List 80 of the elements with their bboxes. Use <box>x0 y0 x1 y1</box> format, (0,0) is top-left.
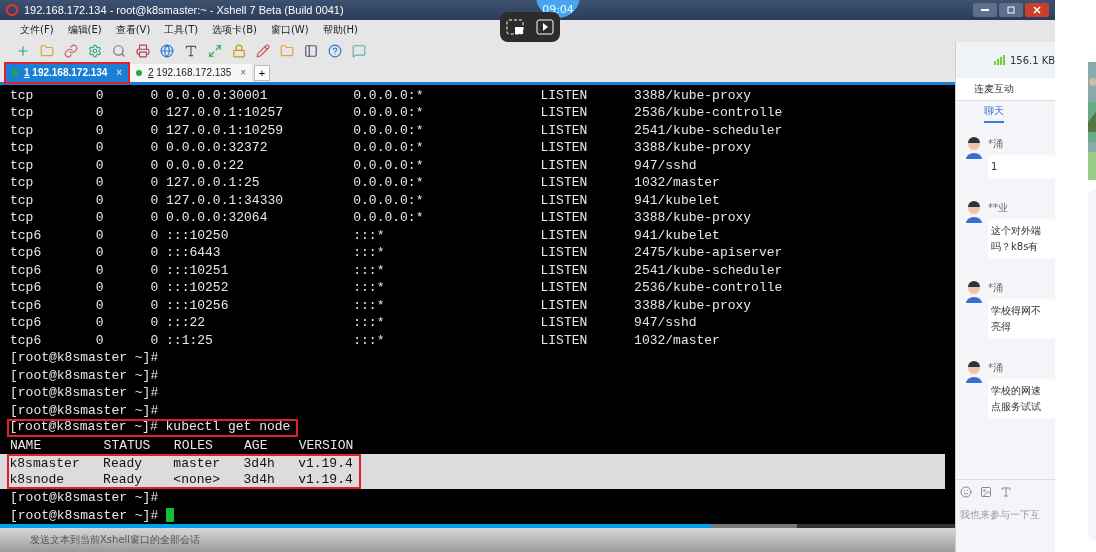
status-text: 发送文本到当前Xshell窗口的全部会话 <box>30 533 201 548</box>
sender-name: *涌 <box>988 137 1004 151</box>
chat-icon[interactable] <box>352 43 366 58</box>
status-dot <box>136 69 142 76</box>
new-session-icon[interactable] <box>16 43 30 58</box>
minimize-icon <box>981 8 989 11</box>
window-title: 192.168.172.134 - root@k8smaster:~ - Xshell 7 Beta (Build 0041) <box>24 3 344 16</box>
layout-icon[interactable] <box>304 43 318 58</box>
avatar-icon <box>964 201 984 223</box>
terminal-line: tcp 0 0 0.0.0.0:32372 0.0.0.0:* LISTEN 3388/kube-proxy <box>10 139 752 157</box>
avatar-icon <box>964 361 984 383</box>
avatar-icon <box>964 281 984 303</box>
tab-close-button[interactable]: × <box>240 67 246 79</box>
chat-tab[interactable]: 聊天 <box>984 101 1004 123</box>
image-icon[interactable] <box>980 486 992 498</box>
new-tab-button[interactable]: + <box>254 64 270 81</box>
search-icon[interactable] <box>112 43 126 58</box>
message-bubble: 学校得网不 亮得 <box>988 299 1055 339</box>
progress-track[interactable] <box>0 524 955 529</box>
settings-icon[interactable] <box>88 43 102 58</box>
restore-button[interactable] <box>999 2 1023 17</box>
terminal-line: [root@k8smaster ~]# <box>10 506 175 525</box>
terminal-line: tcp 0 0 0.0.0.0:32064 0.0.0.0:* LISTEN 3388/kube-proxy <box>10 209 752 227</box>
terminal-line: tcp6 0 0 :::22 :::* LISTEN 947/sshd <box>10 314 697 332</box>
avatar-icon <box>964 137 984 159</box>
link-icon[interactable] <box>64 43 78 58</box>
session-tab[interactable]: 2 192.168.172.135 × <box>130 63 252 82</box>
fullscreen-icon[interactable] <box>208 43 222 58</box>
play-screen-icon[interactable] <box>536 19 554 35</box>
globe-icon[interactable] <box>160 43 174 58</box>
terminal-line: tcp6 0 0 :::6443 :::* LISTEN 2475/kube-apiserver <box>10 244 783 262</box>
terminal-line: tcp 0 0 127.0.0.1:10257 0.0.0.0:* LISTEN 2536/kube-controlle <box>10 104 783 122</box>
session-tab[interactable]: 1 192.168.172.134 × <box>6 63 128 82</box>
terminal-line: tcp6 0 0 :::10256 :::* LISTEN 3388/kube-proxy <box>10 296 752 315</box>
pencil-icon[interactable] <box>256 43 270 58</box>
terminal-line: tcp 0 0 127.0.0.1:25 0.0.0.0:* LISTEN 1032/master <box>10 174 720 192</box>
restore-icon <box>1007 5 1015 14</box>
terminal-line: tcp6 0 0 :::10252 :::* LISTEN 2536/kube-controlle <box>10 279 783 297</box>
menu-item[interactable]: 帮助(H) <box>322 22 358 37</box>
terminal-line: tcp6 0 0 :::10250 :::* LISTEN 941/kubelet <box>10 226 720 245</box>
network-speed: 156.1 KB <box>1010 54 1055 66</box>
terminal-line: tcp 0 0 127.0.0.1:10259 0.0.0.0:* LISTEN 2541/kube-scheduler <box>10 121 783 140</box>
terminal-line: tcp6 0 0 ::1:25 :::* LISTEN 1032/master <box>10 331 720 350</box>
mini-window-icon[interactable] <box>506 19 524 35</box>
message-bubble: 这个对外端 吗？k8s有 <box>988 219 1055 259</box>
font-icon[interactable] <box>184 43 198 58</box>
terminal-line: tcp 0 0 0.0.0.0:22 0.0.0.0:* LISTEN 947/sshd <box>10 156 697 175</box>
folder-icon[interactable] <box>280 43 294 58</box>
menu-item[interactable]: 文件(F) <box>20 22 54 37</box>
terminal-line: tcp 0 0 127.0.0.1:34330 0.0.0.0:* LISTEN 941/kubelet <box>10 191 720 210</box>
terminal-line: tcp6 0 0 :::10251 :::* LISTEN 2541/kube-scheduler <box>10 261 783 280</box>
sender-name: *涌 <box>988 281 1004 295</box>
menu-item[interactable]: 编辑(E) <box>67 22 102 37</box>
menu-item[interactable]: 查看(V) <box>115 22 151 37</box>
sender-name: **业 <box>988 201 1009 215</box>
menu-item[interactable]: 工具(T) <box>164 22 199 37</box>
close-button[interactable] <box>1025 2 1049 17</box>
printer-icon[interactable] <box>136 43 150 58</box>
close-icon <box>1033 5 1041 14</box>
terminal-line: [root@k8smaster ~]# <box>10 349 159 367</box>
terminal-line: [root@k8smaster ~]# <box>10 366 159 385</box>
emoji-icon[interactable] <box>960 486 972 498</box>
menu-item[interactable]: 窗口(W) <box>270 22 309 37</box>
lock-icon[interactable] <box>232 43 246 58</box>
terminal-line: NAME STATUS ROLES AGE VERSION <box>10 436 354 455</box>
terminal-line: [root@k8smaster ~]# <box>10 384 159 402</box>
minimize-button[interactable] <box>973 2 997 17</box>
section-title: 连麦互动 <box>956 78 1055 101</box>
sender-name: *涌 <box>988 361 1004 375</box>
terminal-line: [root@k8smaster ~]# <box>10 489 159 507</box>
message-bubble: 学校的网速 点服务试试 <box>988 379 1055 419</box>
terminal-line: tcp 0 0 0.0.0.0:30001 0.0.0.0:* LISTEN 3388/kube-proxy <box>10 86 752 105</box>
help-icon[interactable] <box>328 43 342 58</box>
status-dot <box>12 69 18 76</box>
menu-item[interactable]: 选项卡(B) <box>212 22 257 37</box>
folder-icon[interactable] <box>40 43 54 58</box>
terminal-line: [root@k8smaster ~]# <box>10 401 159 420</box>
message-bubble: 1 <box>988 155 1055 179</box>
app-logo-icon <box>6 3 18 16</box>
signal-icon <box>994 55 1006 65</box>
